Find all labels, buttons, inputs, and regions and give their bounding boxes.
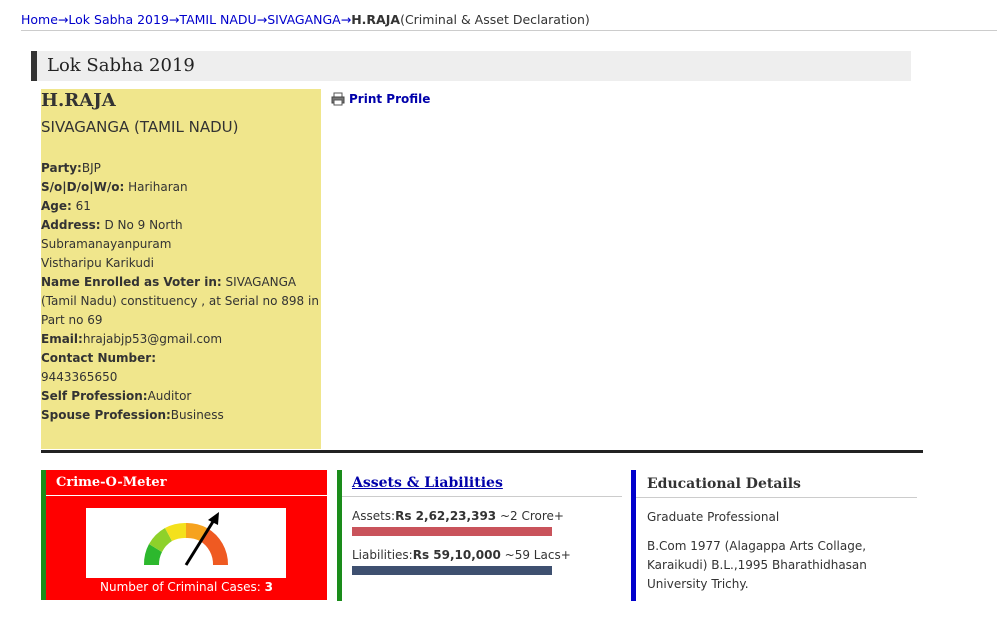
breadcrumb-separator: → (256, 12, 268, 27)
gauge-icon (143, 512, 229, 566)
spouse-profession-row: Spouse Profession:Business (41, 406, 321, 425)
education-level: Graduate Professional (647, 510, 780, 524)
age-label: Age: (41, 199, 72, 213)
party-row: Party:BJP (41, 159, 321, 178)
address-line-3: Vistharipu Karikudi (41, 256, 154, 270)
relation-row: S/o|D/o|W/o: Hariharan (41, 178, 321, 197)
self-profession-value: Auditor (147, 389, 192, 403)
spouse-profession-value: Business (170, 408, 224, 422)
liabilities-label: Liabilities: (352, 548, 413, 562)
party-value: BJP (81, 161, 101, 175)
header-rule (21, 30, 997, 31)
crime-o-meter-panel: Crime-O-Meter Number of Criminal Cases: … (41, 470, 327, 600)
section-divider (41, 450, 923, 453)
print-profile-label: Print Profile (349, 92, 431, 106)
crime-gauge (86, 508, 286, 578)
assets-liabilities-link[interactable]: Assets & Liabilities (342, 470, 622, 497)
address-row: Address: D No 9 North (41, 216, 321, 235)
candidate-name: H.RAJA (41, 90, 116, 111)
breadcrumb-separator: → (340, 12, 352, 27)
printer-icon (331, 92, 345, 106)
assets-approx: ~2 Crore+ (499, 509, 564, 523)
breadcrumb: Home→Lok Sabha 2019→TAMIL NADU→SIVAGANGA… (21, 12, 590, 27)
educational-details-panel: Educational Details Graduate Professiona… (631, 470, 917, 601)
breadcrumb-home-link[interactable]: Home (21, 12, 58, 27)
email-label: Email: (41, 332, 83, 346)
candidate-profile-card: H.RAJA SIVAGANGA (TAMIL NADU) Party:BJP … (41, 89, 321, 449)
educational-details-body: Graduate Professional B.Com 1977 (Alagap… (636, 498, 917, 614)
assets-value: Rs 2,62,23,393 (395, 509, 497, 523)
education-details: B.Com 1977 (Alagappa Arts Collage, Karai… (647, 539, 867, 591)
liabilities-approx: ~59 Lacs+ (504, 548, 571, 562)
breadcrumb-separator: → (57, 12, 69, 27)
breadcrumb-constituency-link[interactable]: SIVAGANGA (267, 12, 341, 27)
assets-bar (352, 527, 552, 536)
candidate-details: Party:BJP S/o|D/o|W/o: Hariharan Age: 61… (41, 159, 321, 425)
liabilities-row: Liabilities:Rs 59,10,000 ~59 Lacs+ (342, 548, 622, 562)
breadcrumb-state-link[interactable]: TAMIL NADU (179, 12, 256, 27)
age-value: 61 (75, 199, 91, 213)
print-profile-link[interactable]: Print Profile (331, 92, 430, 106)
criminal-cases-label: Number of Criminal Cases: (99, 580, 261, 594)
liabilities-value: Rs 59,10,000 (412, 548, 501, 562)
age-row: Age: 61 (41, 197, 321, 216)
spouse-profession-label: Spouse Profession: (41, 408, 171, 422)
relation-label: S/o|D/o|W/o: (41, 180, 125, 194)
candidate-constituency: SIVAGANGA (TAMIL NADU) (41, 118, 239, 136)
contact-row: Contact Number: (41, 349, 321, 368)
self-profession-label: Self Profession: (41, 389, 148, 403)
assets-label: Assets: (352, 509, 396, 523)
voter-row: Name Enrolled as Voter in: SIVAGANGA (Ta… (41, 273, 321, 330)
email-value: hrajabjp53@gmail.com (82, 332, 223, 346)
criminal-cases-count: Number of Criminal Cases: 3 (46, 580, 327, 594)
address-label: Address: (41, 218, 101, 232)
email-row: Email:hrajabjp53@gmail.com (41, 330, 321, 349)
contact-label: Contact Number: (41, 351, 156, 365)
contact-value: 9443365650 (41, 370, 118, 384)
assets-row: Assets:Rs 2,62,23,393 ~2 Crore+ (342, 509, 622, 523)
breadcrumb-suffix: (Criminal & Asset Declaration) (400, 12, 590, 27)
criminal-cases-value: 3 (264, 580, 274, 594)
assets-liabilities-panel: Assets & Liabilities Assets:Rs 2,62,23,3… (337, 470, 622, 601)
page-title: Lok Sabha 2019 (31, 51, 911, 81)
party-label: Party: (41, 161, 82, 175)
address-line-1: D No 9 North (104, 218, 183, 232)
breadcrumb-separator: → (168, 12, 180, 27)
crime-o-meter-title: Crime-O-Meter (46, 470, 327, 496)
breadcrumb-election-link[interactable]: Lok Sabha 2019 (68, 12, 169, 27)
address-line-2: Subramanayanpuram (41, 237, 172, 251)
breadcrumb-current: H.RAJA (351, 12, 401, 27)
liabilities-bar (352, 566, 552, 575)
relation-value: Hariharan (128, 180, 188, 194)
educational-details-title: Educational Details (636, 470, 917, 498)
self-profession-row: Self Profession:Auditor (41, 387, 321, 406)
voter-label: Name Enrolled as Voter in: (41, 275, 222, 289)
